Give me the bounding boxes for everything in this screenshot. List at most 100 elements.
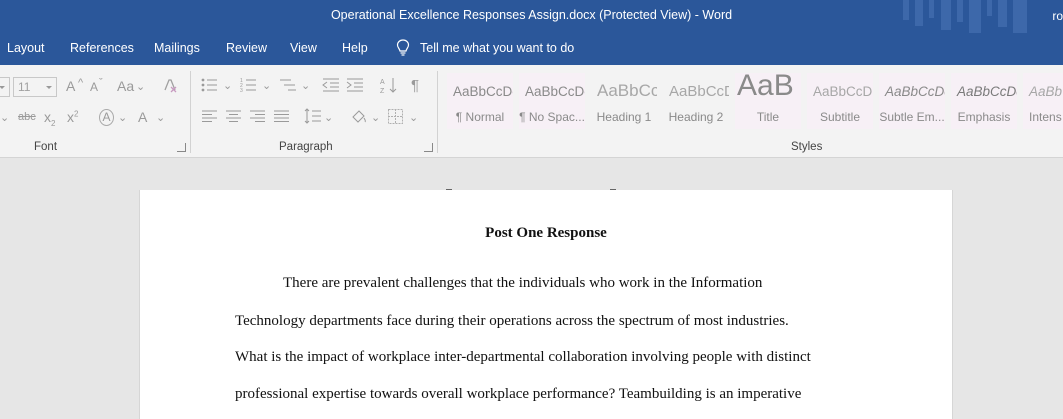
font-color-button[interactable]: A xyxy=(138,109,147,125)
change-case-button[interactable]: Aa xyxy=(117,78,134,94)
title-bar: Operational Excellence Responses Assign.… xyxy=(0,0,1063,33)
svg-text:A: A xyxy=(380,79,385,86)
clear-formatting-icon[interactable] xyxy=(162,77,179,94)
font-name-dropdown[interactable] xyxy=(0,77,10,97)
font-row2-dropdown-icon[interactable]: ⌄ xyxy=(0,111,9,124)
style-label: Subtitle xyxy=(819,110,861,124)
svg-text:Z: Z xyxy=(380,88,385,94)
ribbon-separator xyxy=(437,71,438,153)
shrink-font-button[interactable]: A xyxy=(90,80,98,94)
style-preview: AaBbCcD xyxy=(669,83,729,100)
style-heading-1[interactable]: AaBbCc Heading 1 xyxy=(591,73,657,129)
style-label: Subtle Em... xyxy=(879,110,945,124)
styles-group-label: Styles xyxy=(791,141,823,153)
style-label: ¶ No Spac... xyxy=(519,110,585,124)
sort-icon[interactable]: AZ xyxy=(380,76,398,94)
style-label: Intens xyxy=(1029,110,1062,124)
style-preview: AaBbCcDc xyxy=(525,84,585,99)
paragraph-line: What is the impact of workplace inter-de… xyxy=(235,349,811,365)
style-no-spacing[interactable]: AaBbCcDc ¶ No Spac... xyxy=(519,73,585,129)
numbering-icon[interactable]: 1 2 3 xyxy=(240,77,258,93)
change-case-dropdown-icon[interactable]: ⌄ xyxy=(136,80,145,93)
style-subtle-emphasis[interactable]: AaBbCcDc Subtle Em... xyxy=(879,73,945,129)
shading-icon[interactable] xyxy=(350,108,368,125)
title-bar-pattern xyxy=(903,0,1027,33)
lightbulb-icon xyxy=(396,39,410,56)
style-preview: AaBb xyxy=(1029,84,1063,99)
style-label: Heading 1 xyxy=(596,110,652,124)
grow-font-caret-icon: ^ xyxy=(78,77,84,89)
styles-gallery: AaBbCcDc ¶ Normal AaBbCcDc ¶ No Spac... … xyxy=(447,73,1063,129)
strikethrough-button[interactable]: abc xyxy=(18,111,36,123)
multilevel-dropdown-icon[interactable]: ⌄ xyxy=(301,79,310,92)
bullets-icon[interactable] xyxy=(201,77,219,93)
shrink-font-caret-icon: ˇ xyxy=(99,77,103,89)
decrease-indent-icon[interactable] xyxy=(322,77,340,93)
tell-me-box[interactable]: Tell me what you want to do xyxy=(396,39,574,56)
style-subtitle[interactable]: AaBbCcD Subtitle xyxy=(807,73,873,129)
style-preview: AaBbCcDc xyxy=(453,84,513,99)
bullets-dropdown-icon[interactable]: ⌄ xyxy=(223,79,232,92)
tab-review[interactable]: Review xyxy=(226,41,267,55)
paragraph-line: There are prevalent challenges that the … xyxy=(283,275,763,291)
font-dialog-launcher-icon[interactable] xyxy=(177,143,186,152)
ribbon-separator xyxy=(190,71,191,153)
text-effects-button[interactable]: A xyxy=(99,109,114,126)
style-preview: AaBbCcDc xyxy=(957,84,1017,99)
ribbon-tabs: Layout References Mailings Review View H… xyxy=(0,33,1063,65)
page-break-mark xyxy=(610,186,616,190)
style-normal[interactable]: AaBbCcDc ¶ Normal xyxy=(447,73,513,129)
tab-references[interactable]: References xyxy=(70,41,134,55)
tab-layout[interactable]: Layout xyxy=(7,41,45,55)
document-page[interactable]: Post One Response There are prevalent ch… xyxy=(139,189,953,419)
align-center-icon[interactable] xyxy=(226,110,241,123)
user-initials[interactable]: ro xyxy=(1052,9,1063,23)
align-right-icon[interactable] xyxy=(250,110,265,123)
style-label: Heading 2 xyxy=(668,110,724,124)
font-size-value: 11 xyxy=(18,80,31,94)
paragraph-line: professional expertise towards overall w… xyxy=(235,386,802,402)
paragraph-dialog-launcher-icon[interactable] xyxy=(424,143,433,152)
tab-view[interactable]: View xyxy=(290,41,317,55)
line-spacing-dropdown-icon[interactable]: ⌄ xyxy=(324,111,333,124)
paragraph-group-label: Paragraph xyxy=(279,141,333,153)
superscript-button[interactable]: x2 xyxy=(67,109,78,125)
shading-dropdown-icon[interactable]: ⌄ xyxy=(371,111,380,124)
numbering-dropdown-icon[interactable]: ⌄ xyxy=(262,79,271,92)
subscript-button[interactable]: x2 xyxy=(44,109,55,128)
style-label: ¶ Normal xyxy=(455,110,505,124)
svg-text:3: 3 xyxy=(240,88,243,93)
superscript-label: x xyxy=(67,109,74,125)
grow-font-button[interactable]: A xyxy=(66,78,75,94)
tell-me-label: Tell me what you want to do xyxy=(420,40,575,55)
style-preview: AaBbCc xyxy=(597,81,657,100)
borders-icon[interactable] xyxy=(388,109,403,124)
page-break-mark xyxy=(446,186,452,190)
style-preview: AaBbCcDc xyxy=(885,84,945,99)
style-label: Title xyxy=(756,110,780,124)
font-size-dropdown[interactable]: 11 xyxy=(13,77,57,97)
font-group-label: Font xyxy=(34,141,58,153)
tab-mailings[interactable]: Mailings xyxy=(154,41,200,55)
style-intense-emphasis[interactable]: AaBb Intens xyxy=(1023,73,1063,129)
borders-dropdown-icon[interactable]: ⌄ xyxy=(409,111,418,124)
line-spacing-icon[interactable] xyxy=(304,108,321,124)
justify-icon[interactable] xyxy=(274,110,289,123)
font-color-dropdown-icon[interactable]: ⌄ xyxy=(156,111,165,124)
paragraph-line: Technology departments face during their… xyxy=(235,313,789,329)
document-heading: Post One Response xyxy=(485,225,607,241)
style-heading-2[interactable]: AaBbCcD Heading 2 xyxy=(663,73,729,129)
style-preview: AaB xyxy=(737,73,794,102)
ribbon: 11 A ^ A ˇ Aa ⌄ ⌄ abc x2 x2 A ⌄ A ⌄ Font… xyxy=(0,65,1063,158)
style-title[interactable]: AaB Title xyxy=(735,73,801,129)
style-emphasis[interactable]: AaBbCcDc Emphasis xyxy=(951,73,1017,129)
text-effects-dropdown-icon[interactable]: ⌄ xyxy=(118,111,127,124)
subscript-label: x xyxy=(44,109,51,125)
multilevel-list-icon[interactable] xyxy=(279,77,297,93)
increase-indent-icon[interactable] xyxy=(346,77,364,93)
style-preview: AaBbCcD xyxy=(813,84,873,99)
align-left-icon[interactable] xyxy=(202,110,217,123)
style-label: Emphasis xyxy=(957,110,1011,124)
tab-help[interactable]: Help xyxy=(342,41,368,55)
show-formatting-marks-button[interactable]: ¶ xyxy=(411,77,419,94)
